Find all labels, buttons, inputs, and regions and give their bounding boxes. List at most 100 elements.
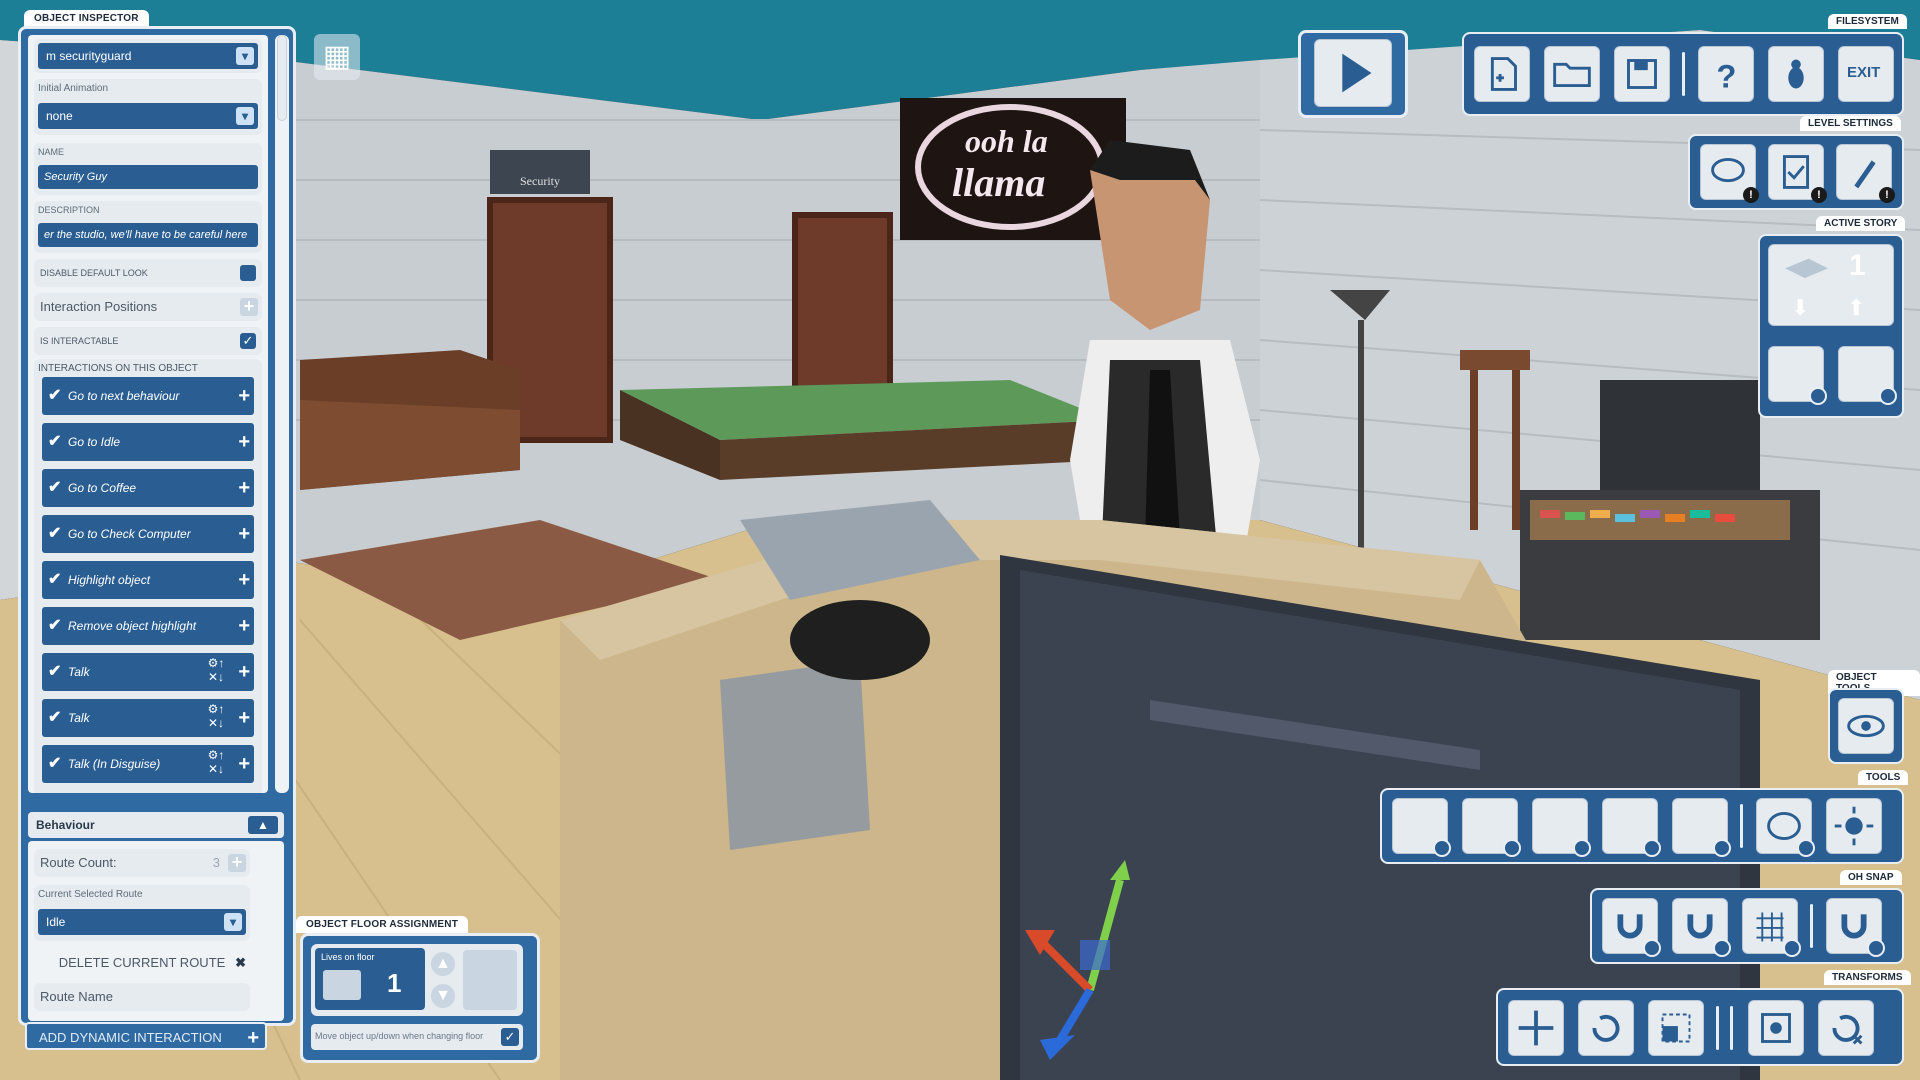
collapse-icon[interactable]: ▲ — [248, 816, 278, 834]
play-icon — [1342, 53, 1372, 93]
snap-magnet-button[interactable] — [1602, 898, 1661, 957]
arrow-up-icon[interactable]: ▲ — [431, 952, 455, 976]
svg-text:llama: llama — [952, 160, 1045, 205]
check-icon[interactable]: ✔ — [48, 699, 61, 737]
interaction-item[interactable]: ✔ Highlight object + — [42, 561, 254, 599]
arrow-up-icon[interactable]: ⬆ — [1847, 295, 1865, 321]
interaction-item[interactable]: ✔ Go to Check Computer + — [42, 515, 254, 553]
chevron-down-icon[interactable]: ▾ — [224, 913, 242, 931]
check-icon[interactable]: ✔ — [48, 607, 61, 645]
add-route-button[interactable]: + — [228, 853, 246, 872]
object-tool-button[interactable] — [1672, 798, 1731, 857]
interaction-item[interactable]: ✔ Go to Idle + — [42, 423, 254, 461]
notes-settings-button[interactable]: ! — [1768, 144, 1827, 203]
story-layer-button[interactable] — [1768, 346, 1827, 405]
arrow-down-icon[interactable]: ▼ — [431, 984, 455, 1008]
add-icon[interactable]: + — [238, 515, 250, 553]
add-interaction-position-button[interactable]: + — [240, 297, 258, 316]
play-button[interactable] — [1314, 39, 1392, 107]
object-dropdown[interactable]: m securityguard ▾ — [38, 43, 258, 69]
initial-animation-dropdown[interactable]: none ▾ — [38, 103, 258, 129]
check-icon[interactable]: ✔ — [48, 469, 61, 507]
chevron-down-icon[interactable]: ▾ — [236, 47, 254, 65]
door-tool-button[interactable] — [1462, 798, 1521, 857]
level-editor-viewport[interactable]: Security ooh la llama ▦ OBJECT INSPECTOR… — [0, 0, 1920, 1080]
room-tool-button[interactable] — [1532, 798, 1591, 857]
exit-button[interactable]: EXIT — [1838, 46, 1894, 102]
inspector-scroll-area[interactable]: m securityguard ▾ Initial Animation none… — [28, 35, 268, 793]
disable-default-look-checkbox[interactable] — [240, 265, 256, 281]
check-icon[interactable]: ✔ — [48, 515, 61, 553]
help-button[interactable]: ? — [1698, 46, 1754, 102]
interaction-item[interactable]: ✔ Talk ⚙↑ ✕↓ + — [42, 699, 254, 737]
add-icon[interactable]: + — [247, 1024, 259, 1052]
lighting-tool-button[interactable] — [1826, 798, 1882, 854]
story-cube-button[interactable] — [1838, 346, 1897, 405]
interaction-item[interactable]: ✔ Talk (In Disguise) ⚙↑ ✕↓ + — [42, 745, 254, 783]
add-icon[interactable]: + — [238, 423, 250, 461]
add-icon[interactable]: + — [238, 607, 250, 645]
open-folder-button[interactable] — [1544, 46, 1600, 102]
snap-off-button[interactable] — [1826, 898, 1885, 957]
interaction-label: Talk (In Disguise) — [68, 757, 161, 771]
dialogue-settings-button[interactable]: ! — [1700, 144, 1759, 203]
focus-transform-button[interactable] — [1748, 1000, 1804, 1056]
move-with-floor-checkbox[interactable]: ✓ — [501, 1028, 519, 1046]
visibility-button[interactable] — [1838, 698, 1894, 754]
inspector-scrollbar-thumb[interactable] — [277, 35, 287, 121]
add-icon[interactable]: + — [238, 699, 250, 737]
style-settings-button[interactable]: ! — [1836, 144, 1895, 203]
lives-on-floor-box: Lives on floor 1 — [315, 948, 425, 1010]
object-floor-assignment-panel: Lives on floor 1 ▲ ▼ Move object up/down… — [300, 933, 540, 1063]
rotate-transform-button[interactable] — [1578, 1000, 1634, 1056]
interaction-label: Go to Coffee — [68, 481, 137, 495]
description-input[interactable]: er the studio, we'll have to be careful … — [38, 223, 258, 247]
check-icon[interactable]: ✔ — [48, 561, 61, 599]
option-dot-icon — [1573, 839, 1591, 857]
snap-grid-button[interactable] — [1672, 898, 1731, 957]
add-icon[interactable]: + — [238, 561, 250, 599]
add-icon[interactable]: + — [238, 469, 250, 507]
bug-report-button[interactable] — [1768, 46, 1824, 102]
interaction-item[interactable]: ✔ Go to next behaviour + — [42, 377, 254, 415]
interaction-item[interactable]: ✔ Remove object highlight + — [42, 607, 254, 645]
scale-transform-button[interactable] — [1648, 1000, 1704, 1056]
reset-transform-button[interactable] — [1818, 1000, 1874, 1056]
move-transform-button[interactable] — [1508, 1000, 1564, 1056]
close-icon[interactable]: ✖ — [235, 951, 246, 975]
is-interactable-checkbox[interactable]: ✓ — [240, 333, 256, 349]
option-dot-icon — [1867, 939, 1885, 957]
reorder-controls[interactable]: ⚙↑ ✕↓ — [202, 702, 230, 734]
add-icon[interactable]: + — [238, 653, 250, 691]
save-button[interactable] — [1614, 46, 1670, 102]
arrow-down-icon[interactable]: ⬇ — [1791, 295, 1809, 321]
route-name-input[interactable]: Route Name — [34, 983, 250, 1011]
new-file-button[interactable] — [1474, 46, 1530, 102]
interaction-item[interactable]: ✔ Talk ⚙↑ ✕↓ + — [42, 653, 254, 691]
name-input[interactable]: Security Guy — [38, 165, 258, 189]
paint-tool-button[interactable] — [1756, 798, 1815, 857]
check-icon[interactable]: ✔ — [48, 745, 61, 783]
floor-tool-button[interactable] — [1602, 798, 1661, 857]
reorder-controls[interactable]: ⚙↑ ✕↓ — [202, 656, 230, 688]
behaviour-section-header[interactable]: Behaviour ▲ — [28, 812, 284, 838]
interaction-item[interactable]: ✔ Go to Coffee + — [42, 469, 254, 507]
delete-route-button[interactable]: DELETE CURRENT ROUTE ✖ — [34, 951, 250, 975]
reorder-controls[interactable]: ⚙↑ ✕↓ — [202, 748, 230, 780]
wall-tool-button[interactable] — [1392, 798, 1451, 857]
add-dynamic-interaction-button[interactable]: ADD DYNAMIC INTERACTION + — [25, 1022, 267, 1050]
floor-down-layer-icon[interactable] — [463, 950, 517, 1010]
inspector-scrollbar[interactable] — [275, 35, 289, 793]
add-icon[interactable]: + — [238, 745, 250, 783]
reset-icon — [1832, 1014, 1863, 1045]
grid-toggle-icon[interactable]: ▦ — [314, 34, 360, 80]
check-icon[interactable]: ✔ — [48, 653, 61, 691]
option-dot-icon — [1783, 939, 1801, 957]
chevron-down-icon[interactable]: ▾ — [236, 107, 254, 125]
current-route-dropdown[interactable]: Idle ▾ — [38, 909, 246, 935]
check-icon[interactable]: ✔ — [48, 423, 61, 461]
add-icon[interactable]: + — [238, 377, 250, 415]
snap-grid-fine-button[interactable] — [1742, 898, 1801, 957]
check-icon[interactable]: ✔ — [48, 377, 61, 415]
behaviour-title: Behaviour — [36, 818, 95, 832]
